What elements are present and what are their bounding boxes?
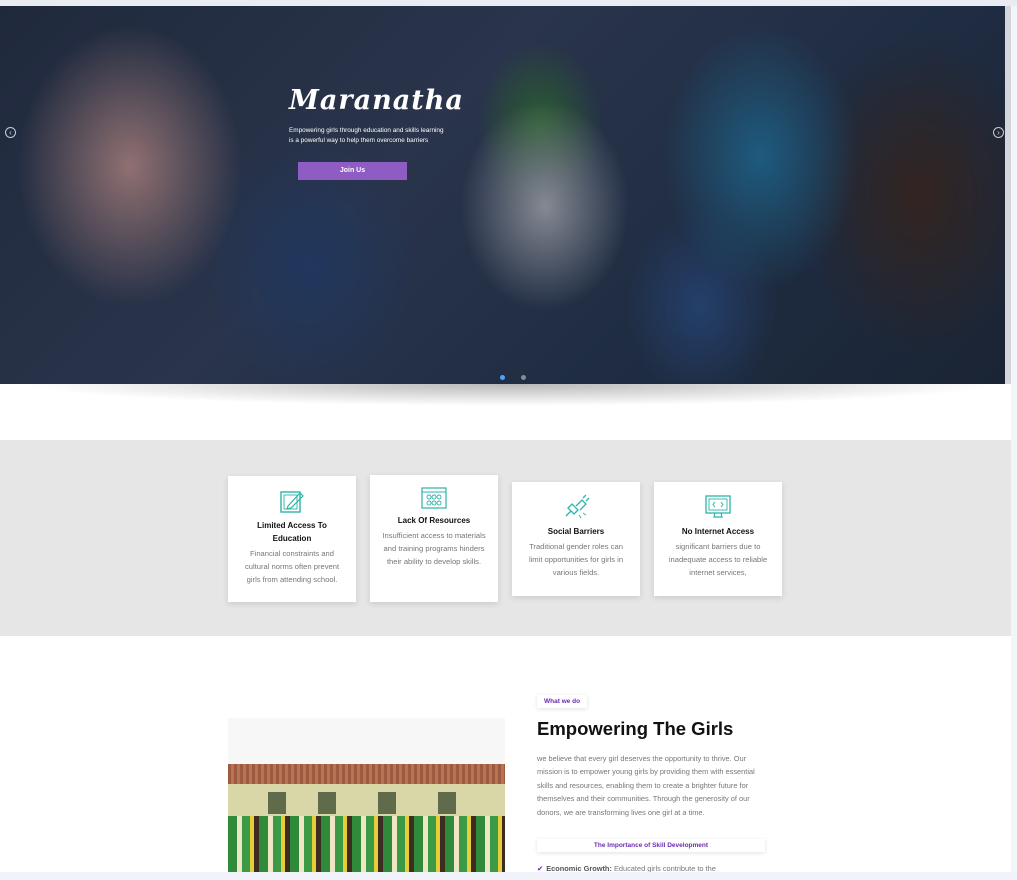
feature-text: Traditional gender roles can limit oppor…	[528, 542, 624, 577]
about-text: we believe that every girl deserves the …	[537, 754, 755, 817]
slider-dot-1[interactable]	[500, 375, 505, 380]
resource-grid-icon	[421, 487, 447, 509]
feature-card-resources: Lack Of Resources Insufficient access to…	[370, 475, 498, 602]
feature-title: No Internet Access	[681, 527, 755, 536]
feature-title: Limited Access To Education	[257, 521, 327, 543]
arrow-right-circle-icon[interactable]: ›	[993, 127, 1004, 138]
feature-card-social: Social Barriers Traditional gender roles…	[512, 482, 640, 596]
arrow-left-circle-icon[interactable]: ‹	[5, 127, 16, 138]
slider-dots	[500, 375, 526, 380]
bottom-strip	[0, 872, 1017, 880]
monitor-code-icon	[705, 495, 731, 518]
hero-title: Maranatha	[289, 85, 464, 116]
hero-content: Maranatha Empowering girls through educa…	[289, 85, 489, 180]
feature-title: Social Barriers	[547, 527, 605, 536]
feature-card-internet: No Internet Access significant barriers …	[654, 482, 782, 596]
slider-dot-2[interactable]	[521, 375, 526, 380]
hero-slider	[0, 6, 1005, 384]
about-photo	[228, 718, 505, 872]
edit-certificate-icon	[280, 491, 304, 513]
hero-frame-edge	[1005, 6, 1011, 384]
hero-shadow	[20, 384, 1000, 406]
feature-card-education: Limited Access To Education Financial co…	[228, 476, 356, 602]
hero-subtitle: Empowering girls through education and s…	[289, 127, 444, 144]
feature-text: Financial constraints and cultural norms…	[244, 549, 340, 584]
feature-text: significant barriers due to inadequate a…	[668, 542, 768, 577]
broken-plug-icon	[565, 494, 590, 519]
section-tag: What we do	[537, 695, 588, 708]
features-band	[0, 440, 1011, 636]
join-us-button[interactable]: Join Us	[298, 162, 407, 180]
skill-subheading: The Importance of Skill Development	[537, 839, 765, 852]
about-title: Empowering The Girls	[537, 718, 734, 739]
feature-title: Lack Of Resources	[397, 516, 471, 525]
feature-text: Insufficient access to materials and tra…	[382, 531, 486, 566]
